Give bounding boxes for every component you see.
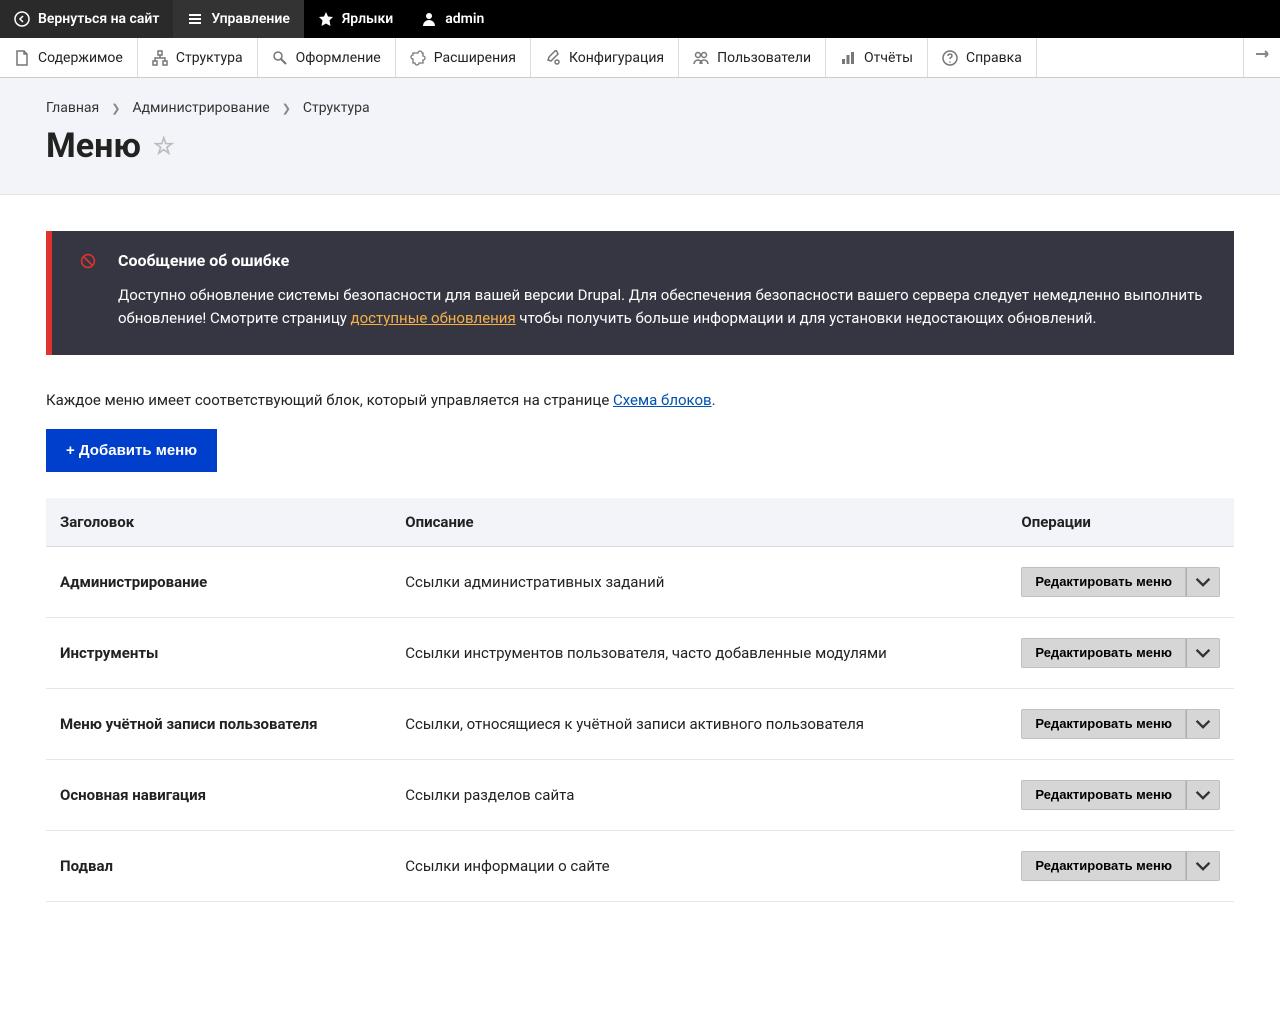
reports-icon <box>840 50 856 66</box>
menu-description: Ссылки информации о сайте <box>391 830 1007 901</box>
menu-description: Ссылки, относящиеся к учётной записи акт… <box>391 688 1007 759</box>
content-region: Сообщение об ошибке Доступно обновление … <box>0 195 1280 938</box>
back-icon <box>14 11 30 27</box>
admin-menu-item[interactable]: Конфигурация <box>531 38 679 77</box>
dropbutton-toggle[interactable] <box>1186 851 1220 881</box>
help-icon <box>942 50 958 66</box>
col-description: Описание <box>391 498 1007 547</box>
breadcrumb-link[interactable]: Структура <box>303 100 370 116</box>
breadcrumb: Главная ❯ Администрирование ❯ Структура <box>46 100 1234 116</box>
dropbutton-toggle[interactable] <box>1186 567 1220 597</box>
edit-menu-button[interactable]: Редактировать меню <box>1021 567 1186 597</box>
manage-label: Управление <box>211 11 289 27</box>
table-row: Меню учётной записи пользователяСсылки, … <box>46 688 1234 759</box>
admin-menu-label: Содержимое <box>38 50 123 66</box>
manage-toggle[interactable]: Управление <box>173 0 303 38</box>
col-title: Заголовок <box>46 498 391 547</box>
edit-menu-button[interactable]: Редактировать меню <box>1021 780 1186 810</box>
menus-table: Заголовок Описание Операции Администриро… <box>46 498 1234 902</box>
admin-menu-item[interactable]: Расширения <box>396 38 531 77</box>
user-icon <box>421 11 437 27</box>
toolbar: Вернуться на сайт Управление Ярлыки admi… <box>0 0 1280 38</box>
favorite-star-icon[interactable]: ☆ <box>153 132 175 160</box>
breadcrumb-link[interactable]: Администрирование <box>132 100 269 116</box>
chevron-right-icon: ❯ <box>282 102 291 115</box>
edit-menu-button[interactable]: Редактировать меню <box>1021 851 1186 881</box>
menu-title: Инструменты <box>46 617 391 688</box>
menu-description: Ссылки инструментов пользователя, часто … <box>391 617 1007 688</box>
extend-icon <box>410 50 426 66</box>
operations-cell: Редактировать меню <box>1007 546 1234 617</box>
admin-menu-label: Справка <box>966 50 1022 66</box>
admin-menu-item[interactable]: Структура <box>138 38 258 77</box>
admin-menu-label: Отчёты <box>864 50 913 66</box>
table-row: ИнструментыСсылки инструментов пользоват… <box>46 617 1234 688</box>
toolbar-orientation-toggle[interactable] <box>1243 38 1280 77</box>
menu-description: Ссылки разделов сайта <box>391 759 1007 830</box>
breadcrumb-link[interactable]: Главная <box>46 100 99 116</box>
hamburger-icon <box>187 11 203 27</box>
appearance-icon <box>272 50 288 66</box>
admin-menu-item[interactable]: Справка <box>928 38 1037 77</box>
edit-menu-button[interactable]: Редактировать меню <box>1021 638 1186 668</box>
table-row: ПодвалСсылки информации о сайте Редактиро… <box>46 830 1234 901</box>
admin-menu-item[interactable]: Содержимое <box>0 38 138 77</box>
updates-link[interactable]: доступные обновления <box>351 309 516 327</box>
table-row: АдминистрированиеСсылки административных… <box>46 546 1234 617</box>
operations-cell: Редактировать меню <box>1007 688 1234 759</box>
error-message: Сообщение об ошибке Доступно обновление … <box>46 231 1234 355</box>
admin-menu-item[interactable]: Пользователи <box>679 38 826 77</box>
dropbutton-toggle[interactable] <box>1186 780 1220 810</box>
shortcuts-label: Ярлыки <box>342 11 393 27</box>
page-header: Главная ❯ Администрирование ❯ Структура … <box>0 78 1280 195</box>
error-icon <box>80 253 96 331</box>
operations-cell: Редактировать меню <box>1007 830 1234 901</box>
chevron-right-icon: ❯ <box>111 102 120 115</box>
col-operations: Операции <box>1007 498 1234 547</box>
admin-menu-label: Оформление <box>296 50 381 66</box>
add-menu-button[interactable]: + Добавить меню <box>46 429 217 472</box>
admin-menu: Содержимое Структура Оформление Расширения К… <box>0 38 1280 78</box>
dropbutton-toggle[interactable] <box>1186 638 1220 668</box>
menu-title: Основная навигация <box>46 759 391 830</box>
operations-cell: Редактировать меню <box>1007 759 1234 830</box>
admin-menu-item[interactable]: Отчёты <box>826 38 928 77</box>
dropbutton-toggle[interactable] <box>1186 709 1220 739</box>
menu-title: Подвал <box>46 830 391 901</box>
star-icon <box>318 11 334 27</box>
admin-menu-label: Структура <box>176 50 243 66</box>
error-heading: Сообщение об ошибке <box>118 251 1206 270</box>
structure-icon <box>152 50 168 66</box>
error-text: Доступно обновление системы безопасности… <box>118 284 1206 331</box>
shortcuts-toggle[interactable]: Ярлыки <box>304 0 407 38</box>
admin-menu-label: Расширения <box>434 50 516 66</box>
menu-description: Ссылки административных заданий <box>391 546 1007 617</box>
content-icon <box>14 50 30 66</box>
admin-menu-item[interactable]: Оформление <box>258 38 396 77</box>
config-icon <box>545 50 561 66</box>
operations-cell: Редактировать меню <box>1007 617 1234 688</box>
admin-menu-label: Пользователи <box>717 50 811 66</box>
edit-menu-button[interactable]: Редактировать меню <box>1021 709 1186 739</box>
block-layout-link[interactable]: Схема блоков <box>613 391 712 409</box>
people-icon <box>693 50 709 66</box>
back-to-site[interactable]: Вернуться на сайт <box>0 0 173 38</box>
menu-title: Администрирование <box>46 546 391 617</box>
menu-title: Меню учётной записи пользователя <box>46 688 391 759</box>
page-title: Меню ☆ <box>46 126 1234 166</box>
table-row: Основная навигацияСсылки разделов сайта Р… <box>46 759 1234 830</box>
admin-menu-label: Конфигурация <box>569 50 664 66</box>
intro-text: Каждое меню имеет соответствующий блок, … <box>46 391 1234 409</box>
back-to-site-label: Вернуться на сайт <box>38 11 159 27</box>
user-toggle[interactable]: admin <box>407 0 498 38</box>
user-label: admin <box>445 11 484 27</box>
